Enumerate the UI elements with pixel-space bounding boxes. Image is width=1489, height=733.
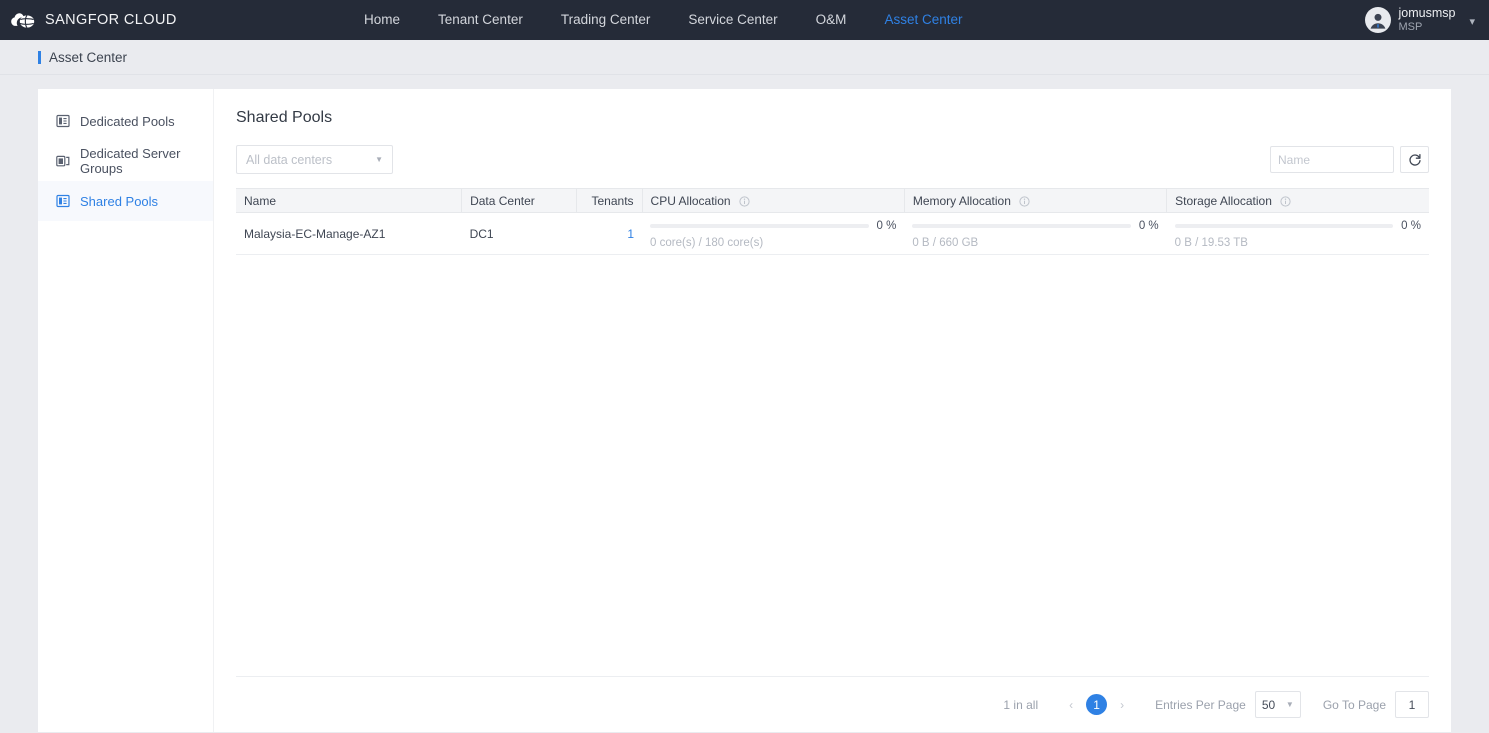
table-row[interactable]: Malaysia-EC-Manage-AZ1 DC1 1 0 % 0 core(… <box>236 212 1429 255</box>
brand-name: SANGFOR CLOUD <box>45 12 177 28</box>
table-wrapper: Name Data Center Tenants CPU Allocation <box>214 188 1451 255</box>
data-center-select-value: All data centers <box>246 152 333 167</box>
top-navigation-bar: SANGFOR CLOUD Home Tenant Center Trading… <box>0 0 1489 40</box>
chevron-right-icon[interactable]: › <box>1111 698 1133 712</box>
column-header-tenants[interactable]: Tenants <box>576 188 643 213</box>
memory-progress-bar <box>912 224 1131 228</box>
go-to-page-input-wrap[interactable] <box>1395 691 1429 718</box>
storage-progress-bar <box>1174 224 1394 228</box>
nav-item-om[interactable]: O&M <box>797 0 866 40</box>
column-header-cpu-allocation[interactable]: CPU Allocation <box>642 188 905 213</box>
nav-item-tenant-center[interactable]: Tenant Center <box>419 0 542 40</box>
sidebar-item-dedicated-server-groups[interactable]: Dedicated Server Groups <box>38 141 213 181</box>
column-label: Data Center <box>470 193 535 208</box>
column-header-storage-allocation[interactable]: Storage Allocation <box>1166 188 1429 213</box>
refresh-button[interactable] <box>1400 146 1429 173</box>
storage-allocation-bar-row: 0 % <box>1174 218 1421 232</box>
pagination: 1 in all ‹ 1 › Entries Per Page 50 ▼ Go … <box>236 676 1429 732</box>
cpu-detail: 0 core(s) / 180 core(s) <box>650 237 764 249</box>
column-label: Name <box>244 193 277 208</box>
cell-tenants: 1 <box>576 212 643 255</box>
sidebar-item-label: Shared Pools <box>80 193 159 209</box>
sidebar-item-dedicated-pools[interactable]: Dedicated Pools <box>38 101 213 141</box>
nav-item-service-center[interactable]: Service Center <box>669 0 796 40</box>
cpu-progress-bar <box>650 224 869 228</box>
filter-toolbar: All data centers ▼ <box>214 145 1451 174</box>
nav-item-asset-center[interactable]: Asset Center <box>865 0 981 40</box>
memory-detail: 0 B / 660 GB <box>912 237 979 249</box>
chevron-down-icon[interactable]: ▾ <box>1469 15 1475 28</box>
nav-item-home[interactable]: Home <box>345 0 419 40</box>
shared-pools-table: Name Data Center Tenants CPU Allocation <box>236 188 1429 255</box>
cpu-allocation-bar-row: 0 % <box>650 218 896 232</box>
tenants-link[interactable]: 1 <box>627 227 634 241</box>
info-circle-icon[interactable] <box>1280 195 1291 207</box>
page-shell: Dedicated Pools Dedicated Server Groups … <box>0 75 1489 732</box>
column-header-data-center[interactable]: Data Center <box>461 188 578 213</box>
column-header-name[interactable]: Name <box>236 188 463 213</box>
refresh-icon <box>1408 153 1421 166</box>
caret-down-icon: ▼ <box>1285 700 1294 709</box>
entries-per-page-select[interactable]: 50 ▼ <box>1254 691 1301 718</box>
storage-percent: 0 % <box>1401 220 1421 232</box>
memory-percent: 0 % <box>1138 220 1159 232</box>
server-group-icon <box>56 155 70 167</box>
page-title: Shared Pools <box>236 109 333 126</box>
go-to-page-label: Go To Page <box>1322 697 1386 712</box>
page-number-1[interactable]: 1 <box>1086 694 1108 715</box>
breadcrumb-label: Asset Center <box>49 49 128 65</box>
table-header-row: Name Data Center Tenants CPU Allocation <box>236 188 1429 213</box>
memory-allocation-bar-row: 0 % <box>912 218 1159 232</box>
main-nav: Home Tenant Center Trading Center Servic… <box>345 0 981 40</box>
column-label: Storage Allocation <box>1175 193 1272 208</box>
column-label: Tenants <box>591 193 634 208</box>
avatar <box>1364 7 1391 33</box>
column-header-memory-allocation[interactable]: Memory Allocation <box>904 188 1168 213</box>
pool-list-icon <box>56 194 70 208</box>
chevron-left-icon[interactable]: ‹ <box>1060 698 1082 712</box>
entries-per-page-value: 50 <box>1261 697 1276 712</box>
entries-per-page-label: Entries Per Page <box>1155 697 1246 712</box>
go-to-page-input[interactable] <box>1396 697 1428 712</box>
cell-cpu-allocation: 0 % 0 core(s) / 180 core(s) <box>642 212 905 255</box>
cell-storage-allocation: 0 % 0 B / 19.53 TB <box>1166 212 1429 255</box>
sidebar-item-label: Dedicated Pools <box>80 113 175 129</box>
breadcrumb-accent-bar <box>38 50 41 64</box>
content-panel: Shared Pools All data centers ▼ Name Nam… <box>214 89 1451 732</box>
column-label: CPU Allocation <box>650 193 731 208</box>
cell-memory-allocation: 0 % 0 B / 660 GB <box>904 212 1167 255</box>
user-menu[interactable]: jomusmsp MSP ▾ <box>1364 0 1475 40</box>
info-circle-icon[interactable] <box>739 195 750 207</box>
brand-logo-area[interactable]: SANGFOR CLOUD <box>0 9 300 31</box>
search-box[interactable] <box>1270 146 1433 173</box>
user-role: MSP <box>1398 20 1423 33</box>
sidebar-item-shared-pools[interactable]: Shared Pools <box>38 181 213 221</box>
sidebar: Dedicated Pools Dedicated Server Groups … <box>38 89 214 732</box>
search-tools <box>1270 146 1433 173</box>
user-avatar-icon <box>1366 9 1389 31</box>
breadcrumb: Asset Center <box>0 40 1489 75</box>
column-label: Memory Allocation <box>912 193 1011 208</box>
total-count-label: 1 in all <box>1003 697 1039 712</box>
data-center-select[interactable]: All data centers ▼ <box>236 145 393 174</box>
cell-pool-name: Malaysia-EC-Manage-AZ1 <box>236 212 462 255</box>
user-info: jomusmsp MSP <box>1399 6 1456 33</box>
pool-list-icon <box>56 114 70 128</box>
cpu-percent: 0 % <box>876 220 897 232</box>
storage-detail: 0 B / 19.53 TB <box>1174 237 1248 249</box>
nav-item-trading-center[interactable]: Trading Center <box>542 0 670 40</box>
user-name: jomusmsp <box>1398 6 1456 21</box>
caret-down-icon: ▼ <box>375 155 383 164</box>
info-circle-icon[interactable] <box>1019 195 1030 207</box>
cell-data-center: DC1 <box>461 212 577 255</box>
cloud-sphere-logo-icon <box>11 13 35 28</box>
sidebar-item-label: Dedicated Server Groups <box>80 146 181 176</box>
